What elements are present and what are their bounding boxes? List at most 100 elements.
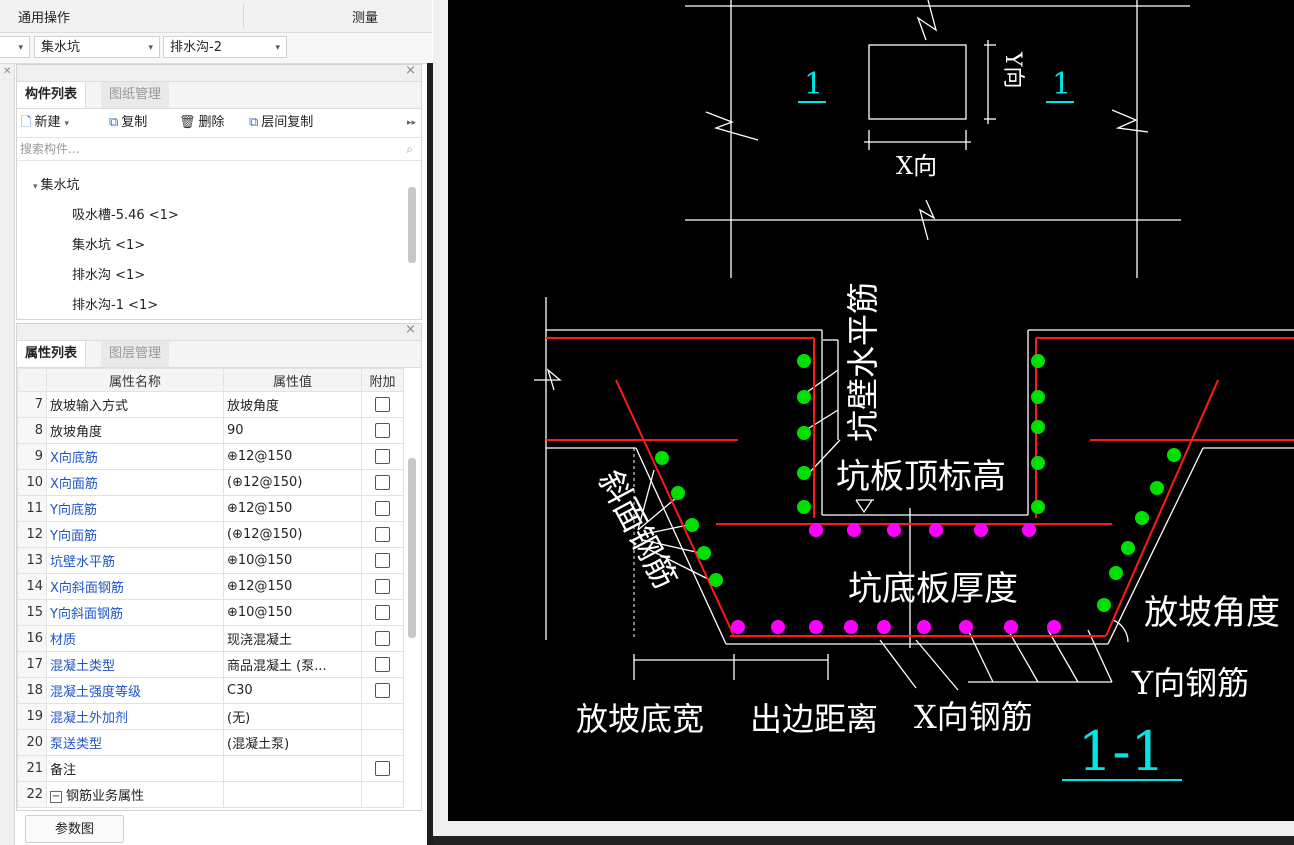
leader xyxy=(1087,629,1113,683)
property-row[interactable]: 13 坑壁水平筋 ⊕10@150 xyxy=(17,547,404,574)
new-button[interactable]: 🗋 新建 ▾ xyxy=(21,113,69,133)
property-value[interactable]: C30 xyxy=(223,677,362,704)
property-row[interactable]: 18 混凝土强度等级 C30 xyxy=(17,677,404,704)
rebar-dot xyxy=(1031,420,1045,434)
property-row[interactable]: 8 放坡角度 90 xyxy=(17,417,404,444)
extra-checkbox[interactable] xyxy=(375,631,390,646)
property-value[interactable]: 90 xyxy=(223,417,362,444)
header-index xyxy=(17,368,47,392)
property-value[interactable]: ⊕10@150 xyxy=(223,547,362,574)
property-row[interactable]: 9 X向底筋 ⊕12@150 xyxy=(17,443,404,470)
property-row[interactable]: 17 混凝土类型 商品混凝土 (泵... xyxy=(17,651,404,678)
property-value[interactable]: 现浇混凝土 xyxy=(223,625,362,652)
floor-combo[interactable]: ▾ xyxy=(0,36,30,58)
property-name: 混凝土强度等级 xyxy=(46,677,224,704)
search-icon: ⌕ xyxy=(406,142,413,156)
tab-component-list[interactable]: 构件列表 xyxy=(17,82,87,108)
collapse-icon[interactable]: − xyxy=(50,790,62,803)
property-row[interactable]: 10 X向面筋 (⊕12@150) xyxy=(17,469,404,496)
property-value[interactable]: (⊕12@150) xyxy=(223,469,362,496)
property-row[interactable]: 21 备注 xyxy=(17,755,404,782)
extra-checkbox[interactable] xyxy=(375,501,390,516)
property-value[interactable]: ⊕12@150 xyxy=(223,443,362,470)
delete-button[interactable]: 🗑 删除 xyxy=(179,113,225,133)
property-name-text: 坑壁水平筋 xyxy=(50,555,116,570)
x-bar-label: X向钢筋 xyxy=(914,698,1033,736)
tree-group[interactable]: ▾ 集水坑 xyxy=(33,173,80,199)
rebar-dot xyxy=(1031,500,1045,514)
close-icon[interactable]: × xyxy=(405,63,416,78)
property-value[interactable] xyxy=(223,755,362,782)
extra-cell xyxy=(361,573,404,600)
general-ops-label[interactable]: 通用操作 xyxy=(18,7,70,26)
property-name-text: 放坡角度 xyxy=(50,425,103,440)
property-value[interactable]: 放坡角度 xyxy=(223,391,362,418)
extra-checkbox[interactable] xyxy=(375,397,390,412)
property-value[interactable]: (无) xyxy=(223,703,362,730)
leader xyxy=(1007,629,1039,683)
component-type-combo[interactable]: 集水坑 ▾ xyxy=(34,36,160,58)
tree-item[interactable]: 集水坑 <1> xyxy=(72,233,145,259)
close-icon[interactable]: ✕ xyxy=(3,66,11,77)
property-row[interactable]: 15 Y向斜面钢筋 ⊕10@150 xyxy=(17,599,404,626)
property-row[interactable]: 11 Y向底筋 ⊕12@150 xyxy=(17,495,404,522)
leader xyxy=(967,629,994,683)
row-index: 14 xyxy=(17,573,47,600)
floor-copy-button[interactable]: ⧉ 层间复制 xyxy=(249,113,313,133)
tree-item[interactable]: 排水沟-1 <1> xyxy=(72,293,158,319)
extra-checkbox[interactable] xyxy=(375,553,390,568)
x-direction-label: X向 xyxy=(896,152,937,180)
extra-checkbox[interactable] xyxy=(375,761,390,776)
more-icon[interactable]: ▸▸ xyxy=(407,113,416,133)
extra-checkbox[interactable] xyxy=(375,683,390,698)
property-scrollbar[interactable] xyxy=(408,458,416,638)
property-value[interactable] xyxy=(223,781,362,808)
extra-checkbox[interactable] xyxy=(375,657,390,672)
rebar-dot xyxy=(1031,456,1045,470)
param-diagram-button[interactable]: 参数图 xyxy=(25,815,124,843)
property-value[interactable]: ⊕12@150 xyxy=(223,573,362,600)
property-value[interactable]: ⊕12@150 xyxy=(223,495,362,522)
extra-cell xyxy=(361,781,404,808)
copy-button[interactable]: ⧉ 复制 xyxy=(109,113,147,133)
tree-item[interactable]: 吸水槽-5.46 <1> xyxy=(72,203,179,229)
rebar-dot xyxy=(1109,566,1123,580)
close-icon[interactable]: × xyxy=(405,322,416,337)
property-row[interactable]: 19 混凝土外加剂 (无) xyxy=(17,703,404,730)
property-name-text: X向斜面钢筋 xyxy=(50,581,124,596)
component-search[interactable]: 搜索构件... ⌕ xyxy=(17,137,421,161)
property-row[interactable]: 12 Y向面筋 (⊕12@150) xyxy=(17,521,404,548)
extra-checkbox[interactable] xyxy=(375,475,390,490)
property-row[interactable]: 20 泵送类型 (混凝土泵) xyxy=(17,729,404,756)
extra-checkbox[interactable] xyxy=(375,423,390,438)
component-type-value: 集水坑 xyxy=(41,40,81,55)
extra-checkbox[interactable] xyxy=(375,579,390,594)
y-bar-label: Y向钢筋 xyxy=(1131,664,1249,702)
property-value[interactable]: ⊕10@150 xyxy=(223,599,362,626)
pit-bottom-thickness-label: 坑底板厚度 xyxy=(848,569,1018,609)
tab-property-list[interactable]: 属性列表 xyxy=(17,341,87,367)
property-row[interactable]: 14 X向斜面钢筋 ⊕12@150 xyxy=(17,573,404,600)
property-row[interactable]: 16 材质 现浇混凝土 xyxy=(17,625,404,652)
property-name: 材质 xyxy=(46,625,224,652)
property-name-text: 材质 xyxy=(50,633,77,648)
trash-icon: 🗑 xyxy=(179,115,196,130)
measure-label[interactable]: 测量 xyxy=(352,7,378,26)
property-row[interactable]: 22− 钢筋业务属性 xyxy=(17,781,404,808)
property-value[interactable]: (⊕12@150) xyxy=(223,521,362,548)
extra-cell xyxy=(361,521,404,548)
tree-scrollbar[interactable] xyxy=(408,187,416,263)
property-value[interactable]: (混凝土泵) xyxy=(223,729,362,756)
component-combo[interactable]: 排水沟-2 ▾ xyxy=(163,36,287,58)
rebar-dot xyxy=(697,546,711,560)
tab-drawing-management[interactable]: 图纸管理 xyxy=(101,82,170,108)
extra-checkbox[interactable] xyxy=(375,527,390,542)
tree-item[interactable]: 排水沟 <1> xyxy=(72,263,145,289)
property-name: 坑壁水平筋 xyxy=(46,547,224,574)
property-value[interactable]: 商品混凝土 (泵... xyxy=(223,651,362,678)
extra-checkbox[interactable] xyxy=(375,449,390,464)
tab-layer-management[interactable]: 图层管理 xyxy=(101,341,170,367)
property-row[interactable]: 7 放坡输入方式 放坡角度 xyxy=(17,391,404,418)
rebar-dot xyxy=(809,523,823,537)
extra-checkbox[interactable] xyxy=(375,605,390,620)
